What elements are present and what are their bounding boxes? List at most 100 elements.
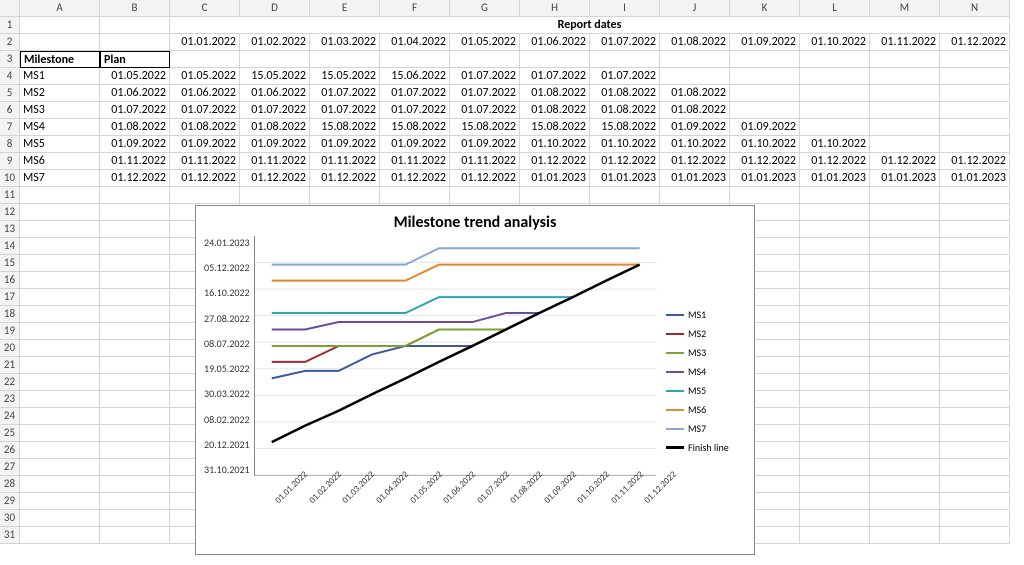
- cell[interactable]: 01.07.2022: [450, 102, 520, 119]
- cell[interactable]: [940, 340, 1010, 357]
- cell[interactable]: [100, 357, 170, 374]
- column-header[interactable]: D: [240, 0, 310, 17]
- cell[interactable]: [20, 476, 100, 493]
- cell[interactable]: [870, 272, 940, 289]
- cell[interactable]: 01.10.2022: [520, 136, 590, 153]
- cell[interactable]: [940, 255, 1010, 272]
- cell[interactable]: 15.06.2022: [380, 68, 450, 85]
- row-header[interactable]: 12: [0, 204, 20, 221]
- cell[interactable]: [870, 340, 940, 357]
- row-header[interactable]: 9: [0, 153, 20, 170]
- cell[interactable]: 01.12.2022: [940, 34, 1010, 51]
- cell[interactable]: [870, 238, 940, 255]
- chart-container[interactable]: Milestone trend analysis 24.01.202305.12…: [195, 205, 755, 555]
- cell[interactable]: 01.09.2022: [730, 119, 800, 136]
- cell[interactable]: [520, 51, 590, 68]
- cell[interactable]: MS4: [20, 119, 100, 136]
- row-header[interactable]: 18: [0, 306, 20, 323]
- cell[interactable]: 15.05.2022: [240, 68, 310, 85]
- cell[interactable]: MS2: [20, 85, 100, 102]
- cell[interactable]: [100, 187, 170, 204]
- cell[interactable]: [800, 340, 870, 357]
- cell[interactable]: 01.01.2023: [590, 170, 660, 187]
- report-dates-header[interactable]: Report dates: [170, 17, 1010, 34]
- cell[interactable]: [940, 323, 1010, 340]
- cell[interactable]: 01.12.2022: [240, 170, 310, 187]
- cell[interactable]: [800, 68, 870, 85]
- cell[interactable]: [940, 68, 1010, 85]
- cell[interactable]: [100, 238, 170, 255]
- row-header[interactable]: 30: [0, 510, 20, 527]
- cell[interactable]: [590, 51, 660, 68]
- cell[interactable]: [870, 510, 940, 527]
- cell[interactable]: 01.11.2022: [450, 153, 520, 170]
- cell[interactable]: [310, 51, 380, 68]
- cell[interactable]: 01.12.2022: [310, 170, 380, 187]
- cell[interactable]: [940, 442, 1010, 459]
- cell[interactable]: [100, 34, 170, 51]
- cell[interactable]: [940, 238, 1010, 255]
- cell[interactable]: 01.12.2022: [450, 170, 520, 187]
- cell[interactable]: [20, 340, 100, 357]
- cell[interactable]: [20, 391, 100, 408]
- cell[interactable]: 01.09.2022: [450, 136, 520, 153]
- cell[interactable]: [100, 323, 170, 340]
- cell[interactable]: [870, 119, 940, 136]
- cell[interactable]: [20, 187, 100, 204]
- cell[interactable]: 15.08.2022: [590, 119, 660, 136]
- cell[interactable]: [940, 306, 1010, 323]
- cell[interactable]: [450, 187, 520, 204]
- cell[interactable]: [940, 459, 1010, 476]
- cell[interactable]: [20, 323, 100, 340]
- cell[interactable]: [870, 425, 940, 442]
- cell[interactable]: [20, 425, 100, 442]
- cell[interactable]: [870, 85, 940, 102]
- cell[interactable]: [940, 187, 1010, 204]
- cell[interactable]: [870, 408, 940, 425]
- cell[interactable]: [20, 510, 100, 527]
- cell[interactable]: 01.06.2022: [100, 85, 170, 102]
- cell[interactable]: [940, 51, 1010, 68]
- cell[interactable]: 01.08.2022: [520, 85, 590, 102]
- cell[interactable]: [100, 476, 170, 493]
- cell[interactable]: 01.08.2022: [520, 102, 590, 119]
- column-header[interactable]: C: [170, 0, 240, 17]
- row-header[interactable]: 25: [0, 425, 20, 442]
- cell[interactable]: 01.12.2022: [380, 170, 450, 187]
- cell[interactable]: 15.08.2022: [450, 119, 520, 136]
- cell[interactable]: 01.07.2022: [310, 85, 380, 102]
- cell[interactable]: 01.12.2022: [520, 153, 590, 170]
- cell[interactable]: [870, 102, 940, 119]
- column-header[interactable]: E: [310, 0, 380, 17]
- cell[interactable]: [450, 51, 520, 68]
- cell[interactable]: 01.07.2022: [590, 68, 660, 85]
- row-header[interactable]: 24: [0, 408, 20, 425]
- cell[interactable]: [20, 374, 100, 391]
- row-header[interactable]: 13: [0, 221, 20, 238]
- cell[interactable]: [940, 221, 1010, 238]
- cell[interactable]: [800, 187, 870, 204]
- cell[interactable]: [20, 34, 100, 51]
- cell[interactable]: 01.03.2022: [310, 34, 380, 51]
- cell[interactable]: 01.09.2022: [660, 119, 730, 136]
- cell[interactable]: 01.05.2022: [100, 68, 170, 85]
- row-header[interactable]: 22: [0, 374, 20, 391]
- cell[interactable]: [100, 289, 170, 306]
- cell[interactable]: [20, 493, 100, 510]
- cell[interactable]: [870, 323, 940, 340]
- cell[interactable]: [100, 459, 170, 476]
- cell[interactable]: 15.05.2022: [310, 68, 380, 85]
- cell[interactable]: 01.08.2022: [660, 102, 730, 119]
- cell[interactable]: [800, 527, 870, 544]
- cell[interactable]: [940, 102, 1010, 119]
- cell[interactable]: 01.11.2022: [380, 153, 450, 170]
- cell[interactable]: 01.08.2022: [240, 119, 310, 136]
- cell[interactable]: [800, 425, 870, 442]
- cell[interactable]: [940, 272, 1010, 289]
- cell[interactable]: [870, 221, 940, 238]
- cell[interactable]: [800, 272, 870, 289]
- cell[interactable]: [870, 476, 940, 493]
- row-header[interactable]: 27: [0, 459, 20, 476]
- cell[interactable]: [100, 204, 170, 221]
- cell[interactable]: [100, 255, 170, 272]
